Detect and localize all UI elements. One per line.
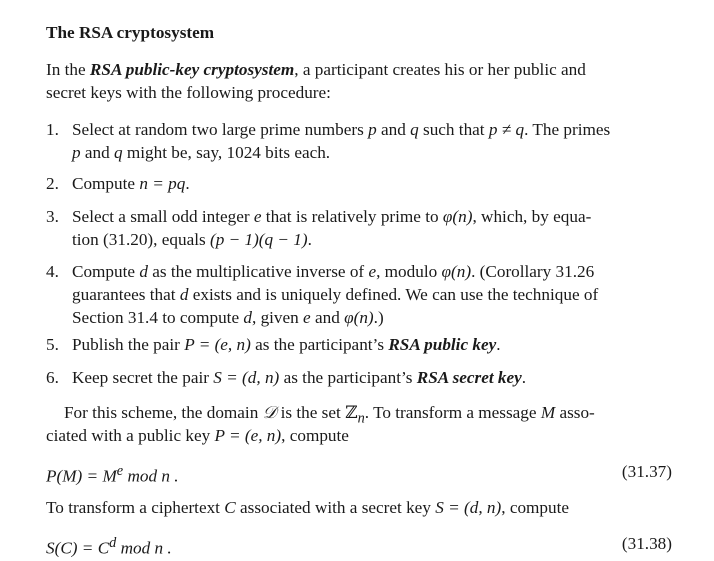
step-1-line-1: 1. Select at random two large prime numbe… [46, 120, 611, 139]
step-1-line-2: p and q might be, say, 1024 bits each. [72, 143, 331, 162]
step-3-line-2: tion (31.20), equals (p − 1)(q − 1). [72, 230, 312, 249]
step-number: 3. [46, 207, 59, 226]
math-n-eq-pq: n = pq [139, 174, 186, 193]
textbook-page: The RSA cryptosystem In the RSA public-k… [0, 0, 714, 561]
equation-label: (31.38) [621, 534, 672, 553]
step-4-line-1: 4. Compute d as the multiplicative invers… [46, 262, 595, 281]
intro-term: RSA public-key cryptosystem [89, 60, 295, 79]
equation-label: (31.37) [621, 462, 672, 481]
step-number: 1. [46, 120, 59, 139]
step-number: 6. [46, 368, 59, 387]
equation-31-38: S(C) = Cd mod n . (31.38) [46, 534, 672, 558]
step-6: 6. Keep secret the pair S = (d, n) as the… [46, 368, 527, 387]
step-2: 2. Compute n = pq. [46, 174, 190, 193]
math-inequality: p ≠ q [488, 120, 525, 139]
section-title: The RSA cryptosystem [46, 23, 215, 42]
step-number: 2. [46, 174, 59, 193]
secret-key-term: RSA secret key [416, 368, 522, 387]
step-number: 5. [46, 335, 59, 354]
equation-31-37: P(M) = Me mod n . (31.37) [46, 462, 672, 486]
intro-prefix: In the [46, 60, 90, 79]
paragraph-3: To transform a ciphertext C associated w… [46, 498, 570, 517]
step-number: 4. [46, 262, 59, 281]
intro-line-1: In the RSA public-key cryptosystem, a pa… [46, 58, 586, 81]
public-key-term: RSA public key [388, 335, 497, 354]
paragraph-2-line-2: ciated with a public key P = (e, n), com… [46, 426, 349, 445]
step-3-line-1: 3. Select a small odd integer e that is r… [46, 207, 592, 226]
intro-line-2: secret keys with the following procedure… [46, 83, 331, 102]
intro-rest: , a participant creates his or her publi… [294, 60, 586, 79]
step-4-line-3: Section 31.4 to compute d, given e and φ… [72, 308, 384, 327]
step-4-line-2: guarantees that d exists and is uniquely… [72, 285, 599, 304]
step-5: 5. Publish the pair P = (e, n) as the par… [46, 335, 501, 354]
